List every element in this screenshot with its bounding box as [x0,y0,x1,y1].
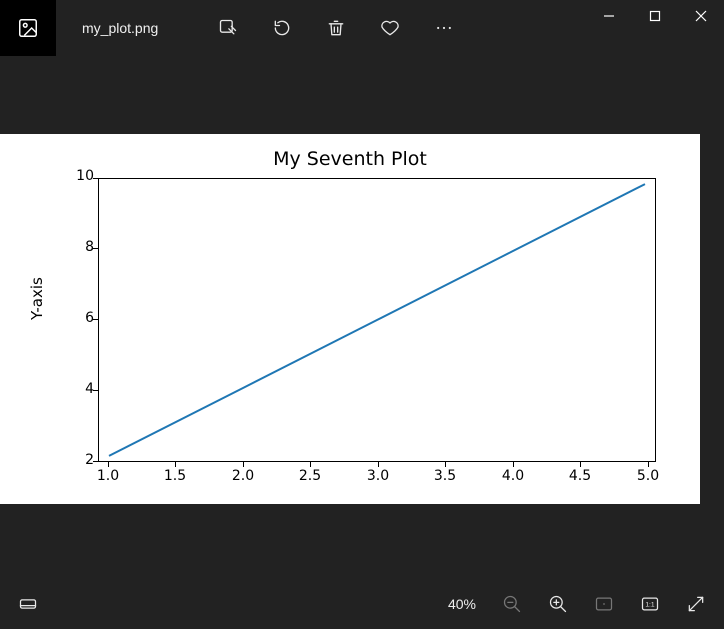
edit-image-button[interactable] [216,16,240,40]
x-tick-mark [310,462,311,467]
x-tick-mark [378,462,379,467]
y-tick-label: 8 [85,239,94,255]
x-tick-mark [445,462,446,467]
x-tick-label: 5.0 [637,468,659,484]
line-series [99,179,655,461]
window-controls [586,0,724,56]
titlebar-actions [186,0,456,56]
y-tick-label: 10 [76,168,94,184]
plot-image: My Seventh Plot Y-axis 2 4 6 8 10 1.0 1.… [0,134,700,504]
actual-size-button[interactable]: 1:1 [636,590,664,618]
x-tick-mark [243,462,244,467]
titlebar: my_plot.png [0,0,724,56]
more-button[interactable] [432,16,456,40]
minimize-button[interactable] [586,0,632,32]
x-tick-mark [513,462,514,467]
y-axis-label: Y-axis [28,277,46,320]
x-tick-mark [648,462,649,467]
close-button[interactable] [678,0,724,32]
y-tick-label: 2 [85,452,94,468]
x-tick-label: 2.5 [299,468,321,484]
fit-to-window-button[interactable] [590,590,618,618]
zoom-out-button[interactable] [498,590,526,618]
fullscreen-button[interactable] [682,590,710,618]
x-tick-mark [108,462,109,467]
x-tick-label: 3.0 [367,468,389,484]
x-tick-label: 4.5 [569,468,591,484]
x-tick-mark [580,462,581,467]
filmstrip-toggle-button[interactable] [14,590,42,618]
app-icon [0,0,56,56]
x-tick-label: 3.5 [434,468,456,484]
rotate-button[interactable] [270,16,294,40]
svg-text:1:1: 1:1 [645,602,655,609]
favorite-button[interactable] [378,16,402,40]
x-tick-mark [175,462,176,467]
chart-title: My Seventh Plot [0,134,700,170]
image-viewport[interactable]: My Seventh Plot Y-axis 2 4 6 8 10 1.0 1.… [0,56,724,579]
zoom-level-label: 40% [448,596,476,612]
maximize-button[interactable] [632,0,678,32]
delete-button[interactable] [324,16,348,40]
x-tick-label: 1.5 [164,468,186,484]
zoom-in-button[interactable] [544,590,572,618]
x-tick-label: 4.0 [502,468,524,484]
y-tick-label: 6 [85,310,94,326]
filename-label: my_plot.png [56,0,186,56]
axes-frame [98,178,656,462]
x-tick-label: 1.0 [97,468,119,484]
y-tick-label: 4 [85,381,94,397]
bottombar: 40% 1:1 [0,579,724,629]
x-tick-label: 2.0 [232,468,254,484]
